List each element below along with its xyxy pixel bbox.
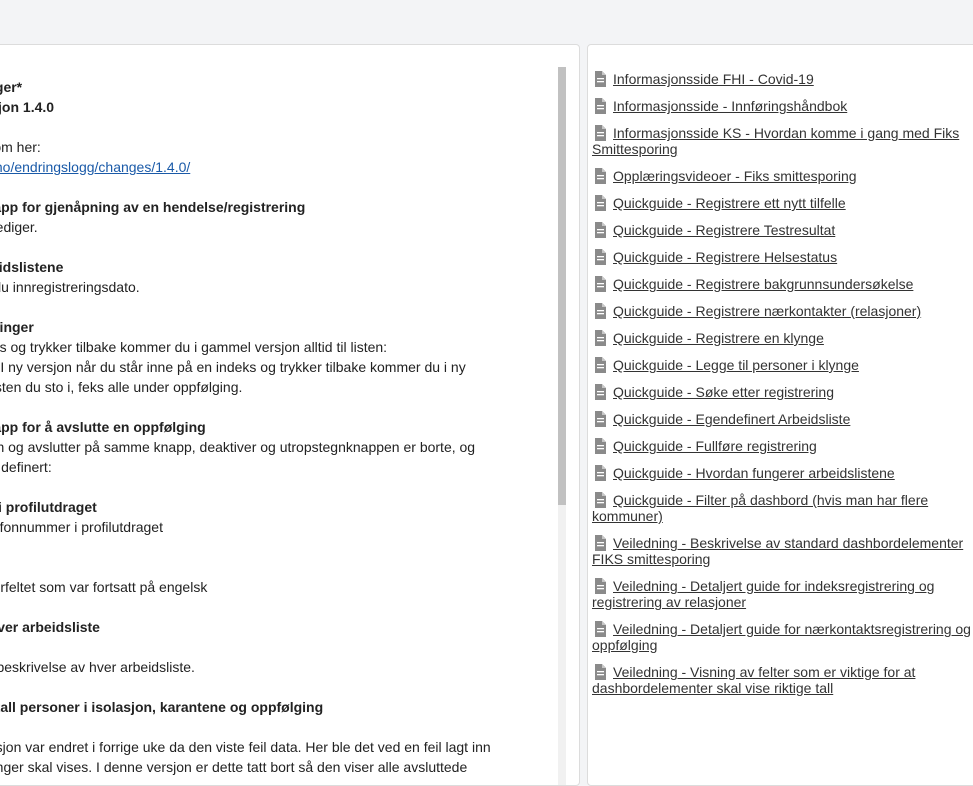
document-link[interactable]: Quickguide - Hvordan fungerer arbeidslis… <box>613 465 895 481</box>
document-icon <box>594 330 607 346</box>
changelog-text: stringer skal vises. I denne versjon er … <box>0 759 468 775</box>
document-list-item[interactable]: Quickguide - Legge til personer i klynge <box>592 357 973 373</box>
document-list-item[interactable]: Opplæringsvideoer - Fiks smittesporing <box>592 168 973 184</box>
document-link[interactable]: Quickguide - Registrere ett nytt tilfell… <box>613 195 846 211</box>
scrollbar-thumb[interactable] <box>558 67 566 505</box>
document-list-item[interactable]: Veiledning - Beskrivelse av standard das… <box>592 535 973 567</box>
document-list-item[interactable]: Quickguide - Registrere nærkontakter (re… <box>592 303 973 319</box>
document-icon <box>594 125 607 141</box>
document-icon <box>594 411 607 427</box>
document-icon <box>594 535 607 551</box>
scrollbar[interactable] <box>558 67 566 785</box>
document-list-item[interactable]: Veiledning - Detaljert guide for nærkont… <box>592 621 973 653</box>
document-link[interactable]: Informasjonsside KS - Hvordan komme i ga… <box>592 125 959 157</box>
document-icon <box>594 357 607 373</box>
document-icon <box>594 303 607 319</box>
document-list-item[interactable]: Quickguide - Registrere en klynge <box>592 330 973 346</box>
changelog-text: er om her: <box>0 139 41 155</box>
document-icon <box>594 384 607 400</box>
document-list-item[interactable]: Informasjonsside - Innføringshåndbok <box>592 98 973 114</box>
document-list-item[interactable]: Quickguide - Fullføre registrering <box>592 438 973 454</box>
document-list-item[interactable]: Quickguide - Registrere bakgrunnsundersø… <box>592 276 973 292</box>
document-list-item[interactable]: Veiledning - Detaljert guide for indeksr… <box>592 578 973 610</box>
document-icon <box>594 465 607 481</box>
changelog-heading: rbeidslistene <box>0 259 64 275</box>
document-list-item[interactable]: Quickguide - Filter på dashbord (hvis ma… <box>592 492 973 524</box>
changelog-heading: ndringer <box>0 319 34 335</box>
documents-panel: Informasjonsside FHI - Covid-19 Informasj… <box>587 44 973 786</box>
changelog-heading: ersjon 1.4.0 <box>0 99 55 115</box>
changelog-heading: knapp for å avslutte en oppfølging <box>0 419 206 435</box>
document-link[interactable]: Quickguide - Legge til personer i klynge <box>613 357 859 373</box>
document-link[interactable]: Veiledning - Detaljert guide for indeksr… <box>592 578 934 610</box>
document-link[interactable]: Informasjonsside FHI - Covid-19 <box>613 71 814 87</box>
document-list-item[interactable]: Quickguide - Hvordan fungerer arbeidslis… <box>592 465 973 481</box>
document-list-item[interactable]: Quickguide - Registrere Testresultat <box>592 222 973 238</box>
document-link[interactable]: Quickguide - Filter på dashbord (hvis ma… <box>592 492 928 524</box>
document-list-item[interactable]: Quickguide - Egendefinert Arbeidsliste <box>592 411 973 427</box>
document-icon <box>594 168 607 184</box>
document-icon <box>594 578 607 594</box>
document-icon <box>594 71 607 87</box>
document-list-item[interactable]: Informasjonsside FHI - Covid-19 <box>592 71 973 87</box>
document-icon <box>594 664 607 680</box>
changelog-heading: ringer* <box>0 79 23 95</box>
changelog-heading: v hver arbeidsliste <box>0 619 100 635</box>
document-link[interactable]: Quickguide - Egendefinert Arbeidsliste <box>613 411 850 427</box>
changelog-text: man og avslutter på samme knapp, deaktiv… <box>0 439 476 455</box>
changelog-text: en beskrivelse av hver arbeidsliste. <box>0 659 195 675</box>
document-link[interactable]: Quickguide - Registrere bakgrunnsundersø… <box>613 276 913 292</box>
changelog-text: til rediger. <box>0 219 38 235</box>
document-icon <box>594 621 607 637</box>
top-bar <box>0 0 973 44</box>
document-list-item[interactable]: Quickguide - Registrere ett nytt tilfell… <box>592 195 973 211</box>
document-link[interactable]: Quickguide - Registrere nærkontakter (re… <box>613 303 921 319</box>
document-icon <box>594 276 607 292</box>
document-link[interactable]: Opplæringsvideoer - Fiks smittesporing <box>613 168 857 184</box>
document-link[interactable]: Quickguide - Fullføre registrering <box>613 438 817 454</box>
document-list-item[interactable]: Veiledning - Visning av felter som er vi… <box>592 664 973 696</box>
changelog-heading: ng i profilutdraget <box>0 499 97 515</box>
changelog-text: er du innregistreringsdato. <box>0 279 140 295</box>
document-list-item[interactable]: Informasjonsside KS - Hvordan komme i ga… <box>592 125 973 157</box>
document-icon <box>594 249 607 265</box>
changelog-text: telefonnummer i profilutdraget <box>0 519 163 535</box>
document-link[interactable]: Quickguide - Registrere en klynge <box>613 330 824 346</box>
document-link[interactable]: Informasjonsside - Innføringshåndbok <box>613 98 847 114</box>
document-list-item[interactable]: Quickguide - Søke etter registrering <box>592 384 973 400</box>
changelog-heading: knapp for gjenåpning av en hendelse/regi… <box>0 199 306 215</box>
document-icon <box>594 492 607 508</box>
changelog-heading: Antall personer i isolasjon, karantene o… <box>0 699 324 715</box>
document-link[interactable]: Veiledning - Detaljert guide for nærkont… <box>592 621 971 653</box>
document-link[interactable]: Quickguide - Søke etter registrering <box>613 384 834 400</box>
document-link[interactable]: Quickguide - Registrere Testresultat <box>613 222 835 238</box>
changelog-text: olasjon var endret i forrige uke da den … <box>0 739 491 755</box>
changelog-text: ag. I ny versjon når du står inne på en … <box>0 359 466 375</box>
document-icon <box>594 222 607 238</box>
changelog-text: økerfeltet som var fortsatt på engelsk <box>0 579 208 595</box>
changelog-panel: ringer* ersjon 1.4.0 er om her: ks.no/endri… <box>0 44 580 786</box>
document-icon <box>594 98 607 114</box>
document-icon <box>594 195 607 211</box>
changelog-link[interactable]: ks.no/endringslogg/changes/1.4.0/ <box>0 157 190 177</box>
document-link[interactable]: Quickguide - Registrere Helsestatus <box>613 249 837 265</box>
document-icon <box>594 438 607 454</box>
document-link[interactable]: Veiledning - Visning av felter som er vi… <box>592 664 915 696</box>
document-link[interactable]: Veiledning - Beskrivelse av standard das… <box>592 535 963 567</box>
document-list-item[interactable]: Quickguide - Registrere Helsestatus <box>592 249 973 265</box>
changelog-text: n listen du sto i, feks alle under oppfø… <box>0 379 243 395</box>
changelog-text: deks og trykker tilbake kommer du i gamm… <box>0 339 388 355</box>
changelog-text: dre definert: <box>0 459 52 475</box>
